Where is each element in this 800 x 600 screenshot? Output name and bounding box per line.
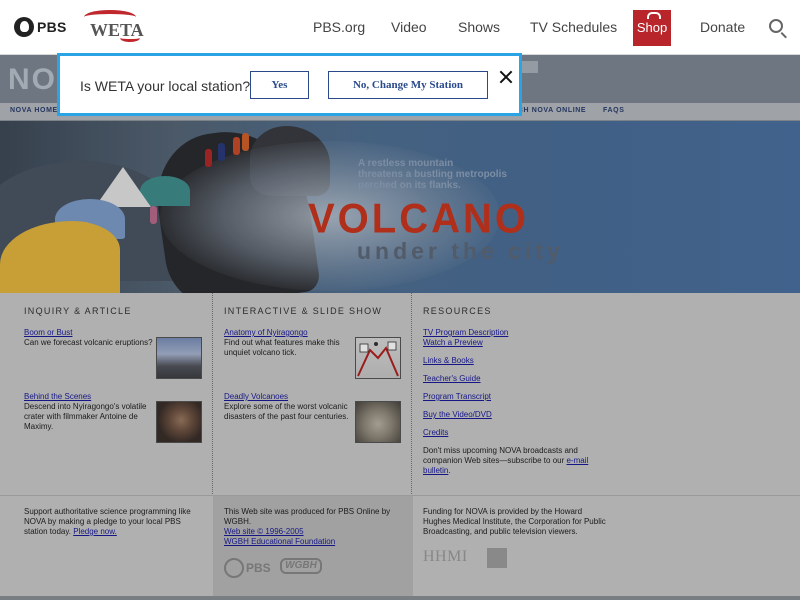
footer-cpb-logo[interactable]: [487, 548, 507, 568]
nav-pbs-org[interactable]: PBS.org: [313, 19, 365, 35]
bottom-strip: [0, 596, 800, 600]
close-icon[interactable]: [497, 69, 515, 87]
nova-nav-faqs[interactable]: FAQS: [603, 107, 624, 114]
resource-link[interactable]: Program Transcript: [423, 392, 491, 401]
resource-link[interactable]: Watch a Preview: [423, 338, 483, 347]
footer: Support authoritative science programmin…: [0, 495, 800, 600]
hero-climber: [233, 137, 240, 155]
interactive-item: Anatomy of Nyiragongo Find out what feat…: [224, 328, 352, 358]
inquiry-column-title: INQUIRY & ARTICLE: [24, 306, 132, 316]
inquiry-item: Behind the Scenes Descend into Nyiragong…: [24, 392, 154, 432]
inquiry-item: Boom or Bust Can we forecast volcanic er…: [24, 328, 154, 348]
footer-pledge-text: Support authoritative science programmin…: [24, 507, 204, 537]
footer-pbs-logo[interactable]: PBS: [224, 558, 271, 578]
nova-nav-watch-online[interactable]: TCH NOVA ONLINE: [513, 107, 586, 114]
interactive-item: Deadly Volcanoes Explore some of the wor…: [224, 392, 352, 422]
hero-climber: [242, 133, 249, 151]
nav-tv-schedules[interactable]: TV Schedules: [530, 19, 617, 35]
pbs-logo[interactable]: PBS: [14, 16, 67, 38]
station-confirm-popup: Is WETA your local station? Yes No, Chan…: [57, 53, 522, 116]
resources-newsletter-note: Don't miss upcoming NOVA broadcasts and …: [423, 446, 595, 476]
nav-donate[interactable]: Donate: [700, 19, 745, 35]
nova-nav-home[interactable]: NOVA HOME: [10, 107, 58, 114]
nav-shop-button[interactable]: Shop: [633, 10, 671, 46]
search-icon[interactable]: [769, 19, 783, 33]
resource-link[interactable]: TV Program Description: [423, 328, 508, 337]
hero-tagline: A restless mountain threatens a bustling…: [358, 158, 507, 191]
resources-column-title: RESOURCES: [423, 306, 492, 316]
hero-climber: [218, 143, 225, 161]
footer-funding-text: Funding for NOVA is provided by the Howa…: [423, 507, 606, 536]
footer-wgbh-logo[interactable]: WGBH: [280, 558, 322, 574]
nav-shows[interactable]: Shows: [458, 19, 500, 35]
anatomy-diagram-icon: [357, 341, 399, 377]
station-question: Is WETA your local station?: [80, 78, 251, 94]
interactive-item-link[interactable]: Anatomy of Nyiragongo: [224, 328, 352, 338]
pbs-logo-text: PBS: [37, 19, 67, 35]
newsletter-note-end: .: [448, 466, 451, 475]
inquiry-item-desc: Descend into Nyiragongo's volatile crate…: [24, 402, 147, 431]
resource-link[interactable]: Teacher's Guide: [423, 374, 481, 383]
footer-produced-copy: This Web site was produced for PBS Onlin…: [224, 507, 391, 526]
resource-link[interactable]: Buy the Video/DVD: [423, 410, 492, 419]
interactive-item-desc: Explore some of the worst volcanic disas…: [224, 402, 349, 421]
popup-pointer: [105, 39, 131, 52]
pbs-head-icon: [224, 558, 244, 578]
yes-button[interactable]: Yes: [250, 71, 309, 99]
interactive-item-desc: Find out what features make this unquiet…: [224, 338, 340, 357]
interactive-item-link[interactable]: Deadly Volcanoes: [224, 392, 352, 402]
copyright-link[interactable]: Web site © 1996-2005: [224, 527, 304, 536]
pbs-head-icon: [14, 17, 34, 37]
hero-banner: A restless mountain threatens a bustling…: [0, 121, 800, 293]
boom-or-bust-thumbnail[interactable]: [156, 337, 202, 379]
inquiry-item-desc: Can we forecast volcanic eruptions?: [24, 338, 153, 347]
footer-hhmi-logo[interactable]: HHMI: [423, 548, 468, 566]
change-station-button[interactable]: No, Change My Station: [328, 71, 488, 99]
footer-pbs-logo-text: PBS: [246, 561, 271, 575]
content-columns: INQUIRY & ARTICLE Boom or Bust Can we fo…: [0, 293, 800, 600]
footer-produced-by: This Web site was produced for PBS Onlin…: [224, 507, 402, 547]
behind-the-scenes-thumbnail[interactable]: [156, 401, 202, 443]
inquiry-item-link[interactable]: Boom or Bust: [24, 328, 154, 338]
hero-title: VOLCANO: [308, 195, 529, 243]
weta-logo[interactable]: WETA: [80, 10, 144, 42]
resource-link[interactable]: Credits: [423, 428, 448, 437]
hero-subtitle: under the city: [357, 238, 564, 264]
pledge-now-link[interactable]: Pledge now.: [73, 527, 117, 536]
nav-shop-label: Shop: [636, 20, 668, 35]
resource-link[interactable]: Links & Books: [423, 356, 474, 365]
nav-video[interactable]: Video: [391, 19, 427, 35]
deadly-volcanoes-thumbnail[interactable]: [355, 401, 401, 443]
wgbh-foundation-link[interactable]: WGBH Educational Foundation: [224, 537, 335, 546]
hero-climber: [205, 149, 212, 167]
newsletter-note-text: Don't miss upcoming NOVA broadcasts and …: [423, 446, 578, 465]
anatomy-thumbnail[interactable]: [355, 337, 401, 379]
interactive-column-title: INTERACTIVE & SLIDE SHOW: [224, 306, 383, 316]
hero-climber: [150, 206, 157, 224]
inquiry-item-link[interactable]: Behind the Scenes: [24, 392, 154, 402]
